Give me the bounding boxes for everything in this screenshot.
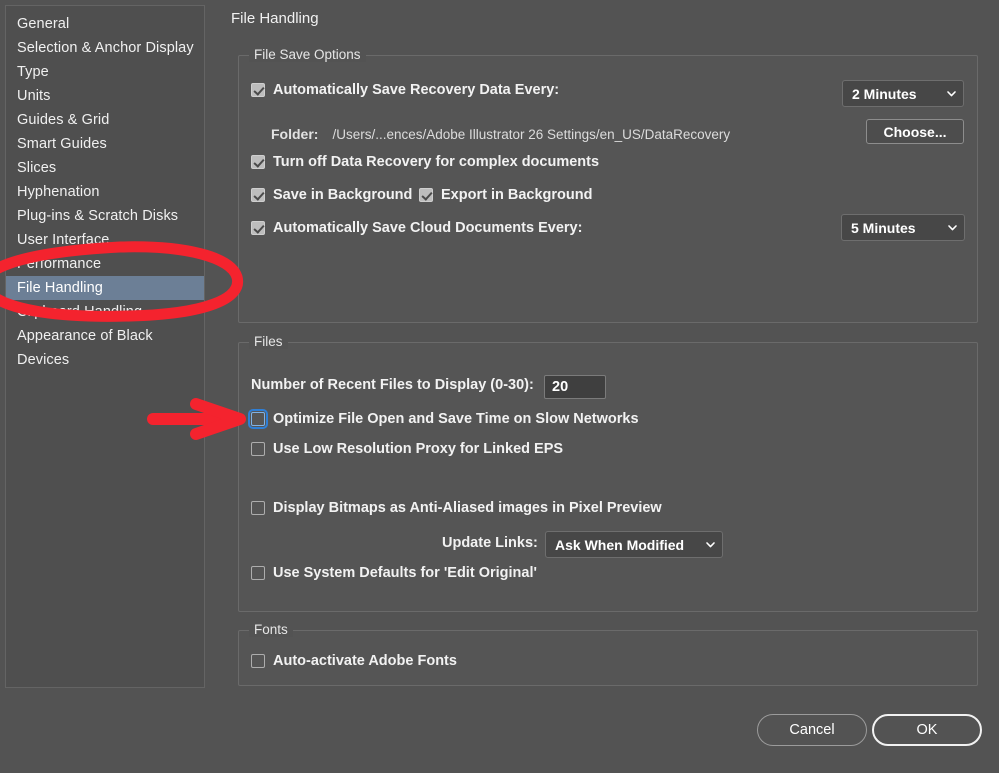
group-fonts: Fonts Auto-activate Adobe Fonts bbox=[238, 622, 978, 686]
group-legend-file-save-options: File Save Options bbox=[249, 47, 366, 62]
sidebar-item-user-interface[interactable]: User Interface bbox=[6, 228, 204, 252]
optimize-file-open-label: Optimize File Open and Save Time on Slow… bbox=[273, 411, 639, 427]
update-links-row: Update Links: bbox=[442, 535, 538, 551]
sidebar-item-performance[interactable]: Performance bbox=[6, 252, 204, 276]
sidebar-item-slices[interactable]: Slices bbox=[6, 156, 204, 180]
recent-files-row: Number of Recent Files to Display (0-30)… bbox=[251, 377, 534, 393]
checkbox-row-turn-off-recovery[interactable]: Turn off Data Recovery for complex docum… bbox=[251, 154, 599, 170]
recovery-folder-path: /Users/...ences/Adobe Illustrator 26 Set… bbox=[332, 126, 731, 142]
checkbox-row-auto-save-recovery[interactable]: Automatically Save Recovery Data Every: bbox=[251, 82, 559, 98]
recovery-interval-select[interactable]: 2 Minutes bbox=[842, 80, 964, 107]
system-defaults-checkbox[interactable] bbox=[251, 566, 265, 580]
export-in-background-label: Export in Background bbox=[441, 187, 593, 203]
checkbox-row-export-in-background[interactable]: Export in Background bbox=[419, 187, 592, 203]
recovery-interval-value: 2 Minutes bbox=[852, 85, 917, 102]
sidebar-item-hyphenation[interactable]: Hyphenation bbox=[6, 180, 204, 204]
recent-files-label: Number of Recent Files to Display (0-30)… bbox=[251, 377, 534, 393]
auto-save-recovery-checkbox[interactable] bbox=[251, 83, 265, 97]
checkbox-row-system-defaults[interactable]: Use System Defaults for 'Edit Original' bbox=[251, 565, 537, 581]
sidebar-item-units[interactable]: Units bbox=[6, 84, 204, 108]
system-defaults-label: Use System Defaults for 'Edit Original' bbox=[273, 565, 537, 581]
auto-save-cloud-label: Automatically Save Cloud Documents Every… bbox=[273, 220, 583, 236]
checkbox-row-display-bitmaps[interactable]: Display Bitmaps as Anti-Aliased images i… bbox=[251, 500, 662, 516]
turn-off-recovery-checkbox[interactable] bbox=[251, 155, 265, 169]
choose-folder-button[interactable]: Choose... bbox=[866, 119, 964, 144]
update-links-value: Ask When Modified bbox=[555, 536, 685, 553]
group-files: Files Number of Recent Files to Display … bbox=[238, 334, 978, 612]
recent-files-input[interactable]: 20 bbox=[544, 375, 606, 399]
group-legend-fonts: Fonts bbox=[249, 622, 293, 637]
chevron-down-icon bbox=[705, 539, 716, 550]
sidebar-item-clipboard-handling[interactable]: Clipboard Handling bbox=[6, 300, 204, 324]
sidebar-item-devices[interactable]: Devices bbox=[6, 348, 204, 372]
display-bitmaps-checkbox[interactable] bbox=[251, 501, 265, 515]
display-bitmaps-label: Display Bitmaps as Anti-Aliased images i… bbox=[273, 500, 662, 516]
sidebar-item-appearance-of-black[interactable]: Appearance of Black bbox=[6, 324, 204, 348]
group-legend-files: Files bbox=[249, 334, 288, 349]
save-in-background-label: Save in Background bbox=[273, 187, 413, 203]
chevron-down-icon bbox=[947, 222, 958, 233]
recovery-folder-row: Folder: /Users/...ences/Adobe Illustrato… bbox=[271, 126, 730, 142]
checkbox-row-save-in-background[interactable]: Save in Background bbox=[251, 187, 412, 203]
sidebar-item-general[interactable]: General bbox=[6, 12, 204, 36]
sidebar-item-smart-guides[interactable]: Smart Guides bbox=[6, 132, 204, 156]
sidebar-item-type[interactable]: Type bbox=[6, 60, 204, 84]
ok-button[interactable]: OK bbox=[872, 714, 982, 746]
checkbox-row-low-res-proxy[interactable]: Use Low Resolution Proxy for Linked EPS bbox=[251, 441, 563, 457]
cloud-interval-select[interactable]: 5 Minutes bbox=[841, 214, 965, 241]
cloud-interval-value: 5 Minutes bbox=[851, 219, 916, 236]
optimize-file-open-checkbox[interactable] bbox=[248, 409, 268, 429]
sidebar-item-selection-anchor-display[interactable]: Selection & Anchor Display bbox=[6, 36, 204, 60]
low-res-proxy-label: Use Low Resolution Proxy for Linked EPS bbox=[273, 441, 564, 457]
low-res-proxy-checkbox[interactable] bbox=[251, 442, 265, 456]
export-in-background-checkbox[interactable] bbox=[419, 188, 433, 202]
page-title: File Handling bbox=[231, 10, 319, 27]
group-file-save-options: File Save Options Automatically Save Rec… bbox=[238, 47, 978, 323]
sidebar-item-guides-grid[interactable]: Guides & Grid bbox=[6, 108, 204, 132]
turn-off-recovery-label: Turn off Data Recovery for complex docum… bbox=[273, 154, 600, 170]
chevron-down-icon bbox=[946, 88, 957, 99]
update-links-label: Update Links: bbox=[442, 535, 538, 551]
auto-activate-fonts-checkbox[interactable] bbox=[251, 654, 265, 668]
sidebar-item-plug-ins-scratch-disks[interactable]: Plug-ins & Scratch Disks bbox=[6, 204, 204, 228]
checkbox-row-auto-activate-fonts[interactable]: Auto-activate Adobe Fonts bbox=[251, 653, 457, 669]
sidebar-item-file-handling[interactable]: File Handling bbox=[6, 276, 204, 300]
auto-save-cloud-checkbox[interactable] bbox=[251, 221, 265, 235]
update-links-select[interactable]: Ask When Modified bbox=[545, 531, 723, 558]
save-in-background-checkbox[interactable] bbox=[251, 188, 265, 202]
auto-save-recovery-label: Automatically Save Recovery Data Every: bbox=[273, 82, 560, 98]
recovery-folder-label: Folder: bbox=[271, 126, 319, 142]
checkbox-row-auto-save-cloud[interactable]: Automatically Save Cloud Documents Every… bbox=[251, 220, 582, 236]
preferences-category-list[interactable]: General Selection & Anchor Display Type Uni… bbox=[5, 5, 205, 688]
auto-activate-fonts-label: Auto-activate Adobe Fonts bbox=[273, 653, 457, 669]
checkbox-row-optimize-file-open[interactable]: Optimize File Open and Save Time on Slow… bbox=[248, 409, 639, 429]
cancel-button[interactable]: Cancel bbox=[757, 714, 867, 746]
preferences-detail-pane: File Handling File Save Options Automati… bbox=[228, 0, 999, 773]
